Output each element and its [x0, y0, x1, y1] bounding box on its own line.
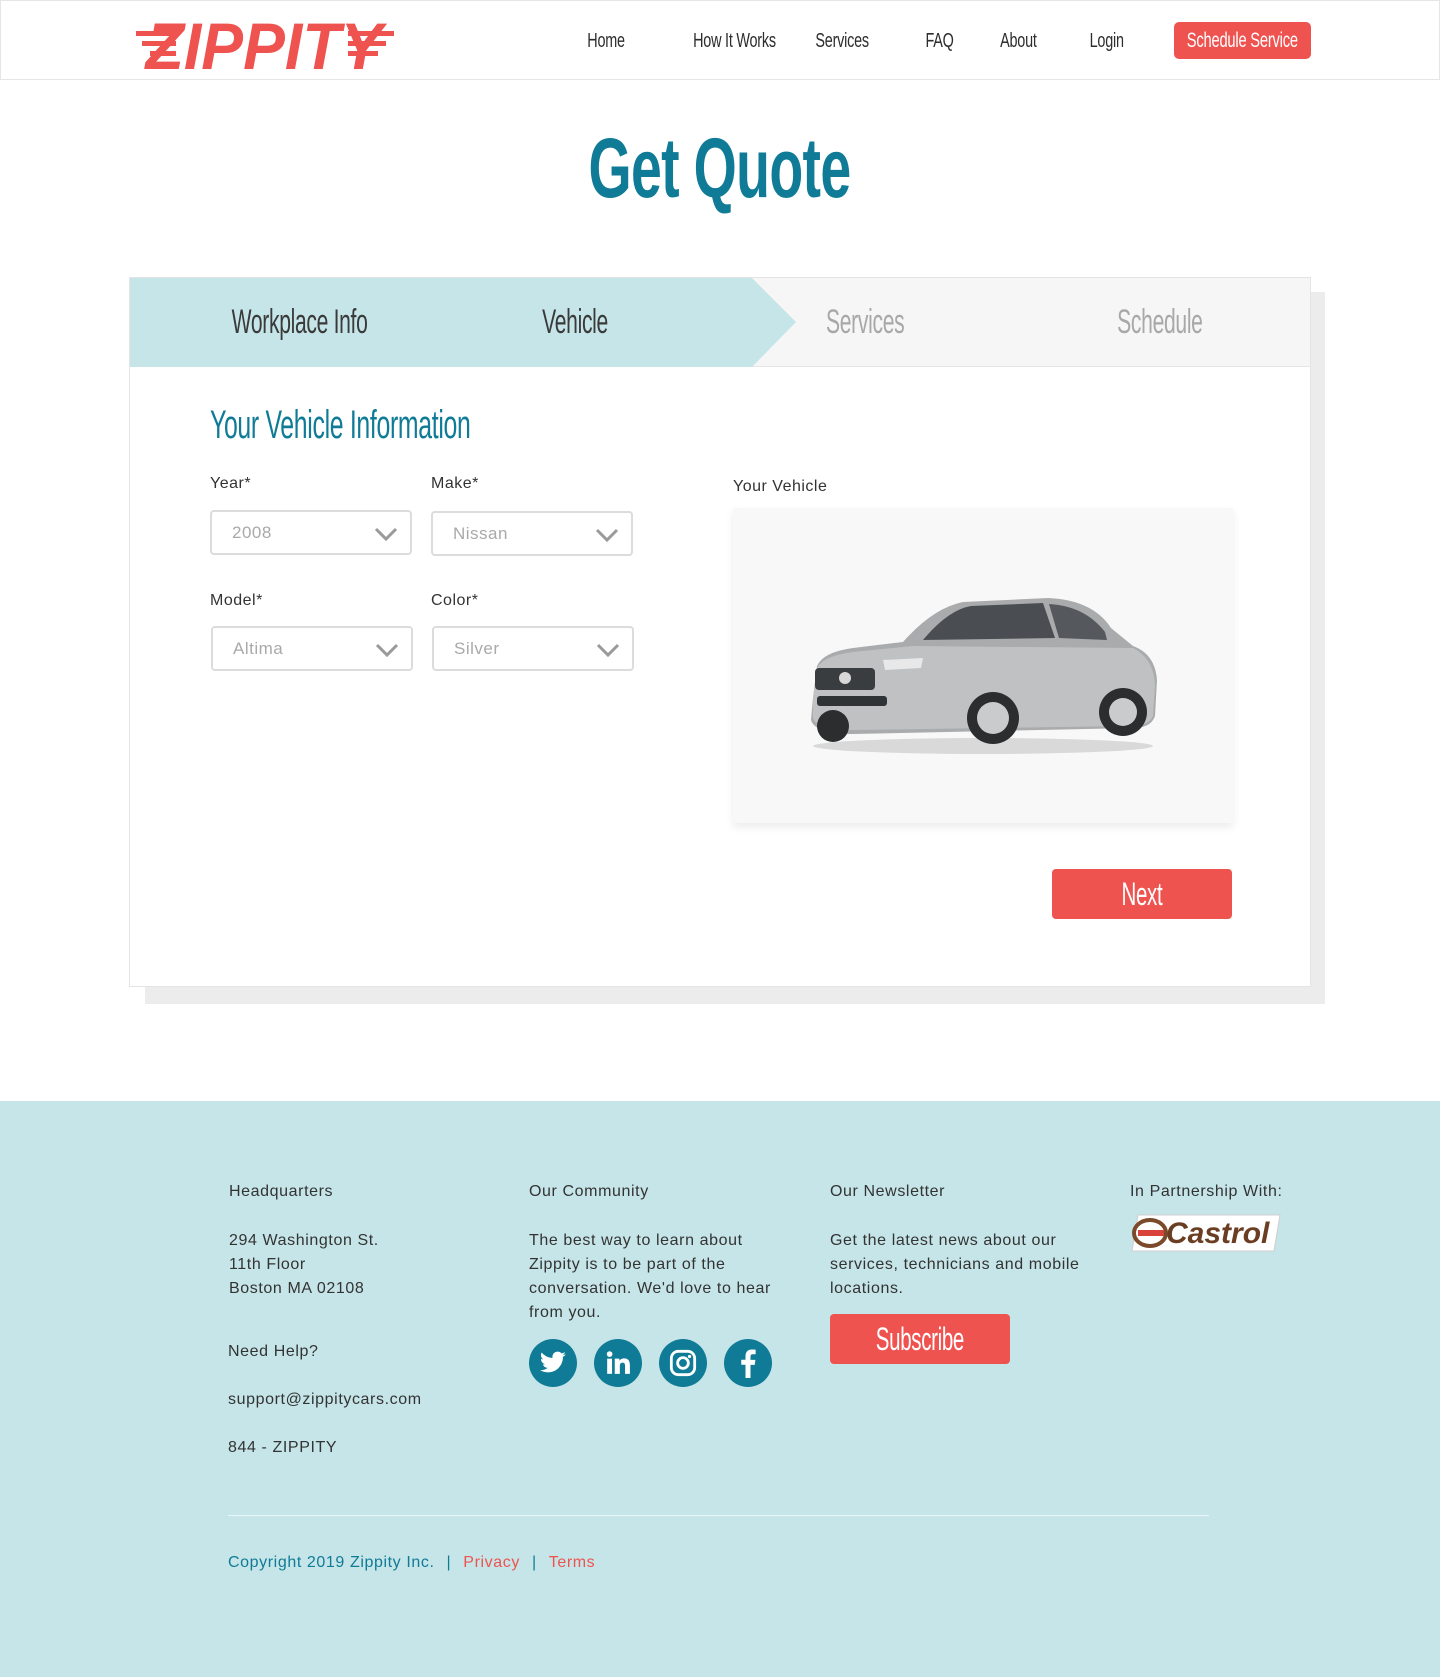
your-vehicle-label: Your Vehicle [733, 478, 828, 495]
schedule-service-button[interactable]: Schedule Service [1174, 22, 1311, 59]
privacy-link[interactable]: Privacy [463, 1554, 520, 1571]
model-value: Altima [233, 639, 284, 658]
hq-address-line2: 11th Floor [229, 1256, 306, 1273]
svg-text:Castrol: Castrol [1166, 1217, 1270, 1250]
chevron-down-icon [595, 528, 619, 543]
zippity-logo[interactable]: ZIPPITY [136, 13, 396, 73]
footer-divider [228, 1515, 1209, 1516]
model-label: Model* [210, 592, 263, 609]
step-vehicle[interactable]: Vehicle [435, 300, 715, 344]
year-value: 2008 [232, 523, 272, 542]
hq-address-line1: 294 Washington St. [229, 1232, 379, 1249]
color-value: Silver [454, 639, 500, 658]
make-select[interactable]: Nissan [431, 511, 633, 556]
chevron-down-icon [374, 527, 398, 542]
nav-link-home[interactable]: Home [587, 30, 625, 53]
support-email[interactable]: support@zippitycars.com [228, 1391, 422, 1409]
nav-login: Login [1083, 30, 1130, 53]
step-schedule[interactable]: Schedule [1020, 300, 1300, 344]
community-heading: Our Community [529, 1183, 649, 1200]
hq-heading: Headquarters [229, 1183, 334, 1200]
help-heading: Need Help? [228, 1343, 319, 1360]
chevron-down-icon [596, 643, 620, 658]
nav-link-services[interactable]: Services [815, 30, 869, 53]
nav-link-login[interactable]: Login [1090, 30, 1124, 53]
section-title: Your Vehicle Information [210, 403, 471, 447]
svg-text:ZIPPITY: ZIPPITY [144, 13, 388, 73]
subscribe-button[interactable]: Subscribe [830, 1314, 1010, 1364]
nav-home: Home [580, 30, 632, 53]
make-value: Nissan [453, 524, 508, 543]
copyright-text: Copyright 2019 Zippity Inc. [228, 1554, 435, 1571]
next-button[interactable]: Next [1052, 869, 1232, 919]
separator: | [446, 1554, 452, 1571]
castrol-logo[interactable]: Castrol [1130, 1213, 1282, 1253]
nav-services: Services [805, 30, 879, 53]
make-label: Make* [431, 475, 479, 492]
facebook-icon[interactable] [724, 1339, 772, 1387]
step-workplace-info[interactable]: Workplace Info [160, 300, 440, 344]
community-text: The best way to learn about Zippity is t… [529, 1232, 771, 1321]
color-label: Color* [431, 592, 479, 609]
progress-steps: Workplace Info Vehicle Services Schedule [130, 278, 1310, 367]
nav-about: About [993, 30, 1044, 53]
footer-bottom: Copyright 2019 Zippity Inc. | Privacy | Term… [228, 1554, 595, 1572]
twitter-icon[interactable] [529, 1339, 577, 1387]
nav-how-it-works: How It Works [677, 30, 792, 53]
support-phone[interactable]: 844 - ZIPPITY [228, 1439, 337, 1457]
nav-link-about[interactable]: About [1000, 30, 1037, 53]
year-select[interactable]: 2008 [210, 510, 412, 555]
partner-heading: In Partnership With: [1130, 1183, 1283, 1200]
model-select[interactable]: Altima [211, 626, 413, 671]
hq-address-line3: Boston MA 02108 [229, 1280, 365, 1297]
site-header: ZIPPITY Home How It Works Services FAQ A… [0, 0, 1440, 80]
car-image [811, 598, 1157, 754]
year-label: Year* [210, 475, 252, 492]
nav-faq: FAQ [920, 30, 959, 53]
nav-link-faq[interactable]: FAQ [925, 30, 953, 53]
newsletter-text: Get the latest news about our services, … [830, 1232, 1080, 1297]
newsletter-heading: Our Newsletter [830, 1183, 946, 1200]
terms-link[interactable]: Terms [549, 1554, 596, 1571]
nav-link-how-it-works[interactable]: How It Works [693, 30, 776, 53]
vehicle-preview [733, 508, 1233, 823]
instagram-icon[interactable] [659, 1339, 707, 1387]
color-select[interactable]: Silver [432, 626, 634, 671]
step-services[interactable]: Services [725, 300, 1005, 344]
linkedin-icon[interactable] [594, 1339, 642, 1387]
page-title: Get Quote [588, 121, 852, 215]
site-footer: Headquarters 294 Washington St. 11th Flo… [0, 1101, 1440, 1677]
chevron-down-icon [375, 643, 399, 658]
quote-card: Workplace Info Vehicle Services Schedule… [129, 277, 1311, 987]
separator: | [531, 1554, 537, 1571]
